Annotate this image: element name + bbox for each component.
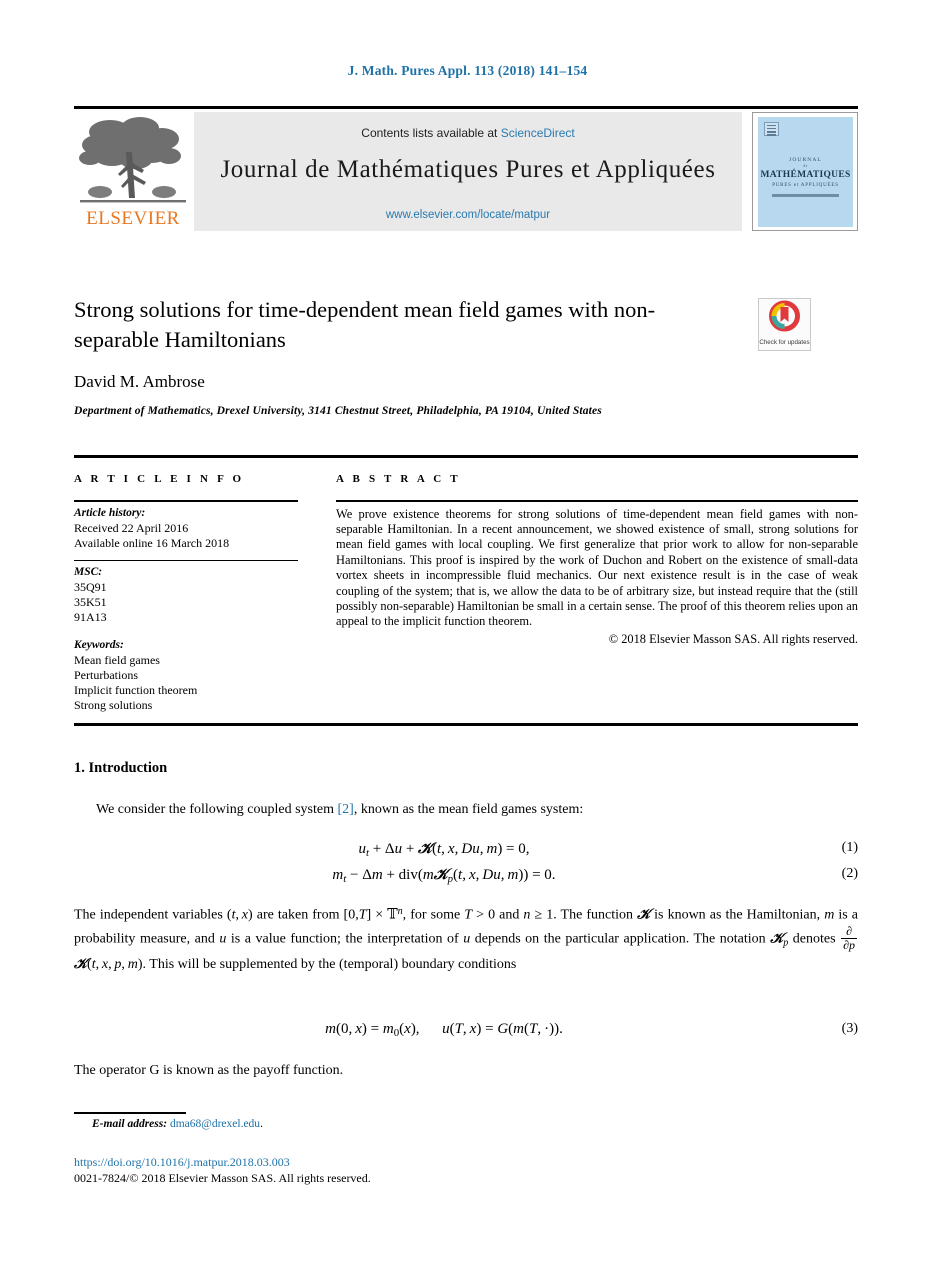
- p2-seg-i: depends on the particular application. T…: [470, 931, 771, 947]
- issn-copyright-line: 0021-7824/© 2018 Elsevier Masson SAS. Al…: [74, 1171, 371, 1185]
- equation-3-body: m(0, x) = m0(x), u(T, x) = G(m(T, ·)).: [325, 1021, 563, 1040]
- cover-line-mathematiques: MATHÉMATIQUES: [760, 170, 851, 180]
- article-history-received: Received 22 April 2016: [74, 520, 189, 535]
- msc-code: 35Q91: [74, 580, 107, 595]
- abstract-heading: A B S T R A C T: [336, 473, 461, 485]
- journal-cover-thumbnail[interactable]: JOURNAL de MATHÉMATIQUES PURES et APPLIQ…: [752, 112, 858, 231]
- contents-available-line: Contents lists available at ScienceDirec…: [194, 126, 742, 140]
- author-affiliation: Department of Mathematics, Drexel Univer…: [74, 405, 602, 417]
- journal-masthead: ELSEVIER Contents lists available at Sci…: [74, 106, 858, 231]
- crossmark-label: Check for updates: [759, 339, 810, 346]
- equation-3: m(0, x) = m0(x), u(T, x) = G(m(T, ·)). (…: [74, 1021, 858, 1039]
- author-name: David M. Ambrose: [74, 372, 205, 391]
- abstract-column: We prove existence theorems for strong s…: [336, 500, 858, 647]
- article-history-label: Article history:: [74, 506, 146, 519]
- elsevier-wordmark: ELSEVIER: [86, 208, 180, 229]
- email-link[interactable]: dma68@drexel.edu: [170, 1118, 260, 1130]
- equation-2-body: mt − Δm + div(m𝒦p(t, x, Du, m)) = 0.: [332, 867, 556, 886]
- p2-seg-d: and: [495, 907, 524, 923]
- msc-code: 35K51: [74, 595, 107, 610]
- running-head: J. Math. Pures Appl. 113 (2018) 141–154: [347, 63, 588, 78]
- abstract-copyright: © 2018 Elsevier Masson SAS. All rights r…: [608, 631, 858, 646]
- doi-link[interactable]: https://doi.org/10.1016/j.matpur.2018.03…: [74, 1155, 290, 1170]
- p2-seg-e: . The function: [553, 907, 638, 923]
- info-top-rule: [74, 455, 858, 458]
- elsevier-tree-icon: [79, 117, 186, 203]
- masthead-band: Contents lists available at ScienceDirec…: [194, 112, 742, 231]
- cover-line-de: de: [803, 164, 808, 168]
- equation-2: mt − Δm + div(m𝒦p(t, x, Du, m)) = 0. (2): [74, 866, 858, 885]
- contents-prefix: Contents lists available at: [361, 126, 501, 140]
- p2-seg-c: , for some: [402, 907, 465, 923]
- msc-label: MSC:: [74, 566, 103, 579]
- elsevier-logo: ELSEVIER: [74, 112, 192, 231]
- cover-stamp-icon: [764, 122, 779, 136]
- journal-homepage-link[interactable]: www.elsevier.com/locate/matpur: [194, 209, 742, 221]
- keyword-item: Mean field games: [74, 653, 160, 668]
- msc-code: 91A13: [74, 610, 107, 625]
- intro-text-after-citation: , known as the mean field games system:: [353, 802, 584, 817]
- info-rule-msc: [74, 559, 298, 562]
- sciencedirect-link[interactable]: ScienceDirect: [501, 126, 575, 140]
- abstract-rule: [336, 500, 858, 502]
- abstract-text: We prove existence theorems for strong s…: [336, 506, 858, 629]
- email-footnote: E-mail address: dma68@drexel.edu.: [92, 1118, 263, 1130]
- partial-derivative-fraction: ∂ ∂p: [841, 924, 858, 953]
- keyword-item: Perturbations: [74, 668, 138, 683]
- intro-text-before-citation: We consider the following coupled system: [96, 802, 338, 817]
- article-info-heading: A R T I C L E I N F O: [74, 473, 245, 485]
- article-history-online: Available online 16 March 2018: [74, 535, 230, 550]
- cover-line-journal: JOURNAL: [789, 157, 822, 163]
- page-title: Strong solutions for time-dependent mean…: [74, 297, 656, 352]
- equation-3-number: (3): [841, 1021, 858, 1036]
- crossmark-badge[interactable]: Check for updates: [758, 298, 811, 351]
- intro-paragraph-3: The operator G is known as the payoff fu…: [74, 1063, 344, 1078]
- equation-1-number: (1): [841, 840, 858, 855]
- p2-seg-h: is a value function; the interpretation …: [226, 931, 464, 947]
- crossmark-icon: [769, 300, 800, 332]
- footnote-rule: [74, 1112, 186, 1114]
- p2-seg-f: is known as the Hamiltonian,: [650, 907, 825, 923]
- intro-paragraph-2: The independent variables (t, x) are tak…: [74, 906, 858, 973]
- p2-seg-j: denotes: [788, 931, 841, 947]
- keywords-label: Keywords:: [74, 639, 124, 652]
- article-info-column: Article history: Received 22 April 2016 …: [74, 500, 298, 713]
- masthead-top-rule: [74, 106, 858, 109]
- section-heading-introduction: 1. Introduction: [74, 760, 168, 776]
- keyword-item: Implicit function theorem: [74, 683, 198, 698]
- email-label: E-mail address:: [92, 1118, 168, 1130]
- keyword-item: Strong solutions: [74, 698, 153, 713]
- p2-seg-b: are taken from: [252, 907, 344, 923]
- citation-link[interactable]: [2]: [338, 802, 354, 817]
- equation-1: ut + Δu + 𝒦(t, x, Du, m) = 0, (1): [74, 840, 858, 859]
- info-bottom-rule: [74, 723, 858, 726]
- p2-seg-a: The independent variables: [74, 907, 227, 923]
- info-rule-top: [74, 500, 298, 502]
- p2-seg-k: . This will be supplemented by the (temp…: [142, 957, 517, 973]
- intro-paragraph-1: We consider the following coupled system…: [74, 799, 858, 821]
- article-page: J. Math. Pures Appl. 113 (2018) 141–154: [0, 0, 935, 1266]
- equation-2-number: (2): [841, 866, 858, 881]
- journal-title: Journal de Mathématiques Pures et Appliq…: [220, 156, 716, 183]
- journal-cover-art: JOURNAL de MATHÉMATIQUES PURES et APPLIQ…: [758, 117, 853, 227]
- equation-1-body: ut + Δu + 𝒦(t, x, Du, m) = 0,: [358, 841, 530, 860]
- cover-rule: [772, 194, 839, 197]
- cover-line-pures-appliquees: PURES et APPLIQUÉES: [772, 183, 839, 188]
